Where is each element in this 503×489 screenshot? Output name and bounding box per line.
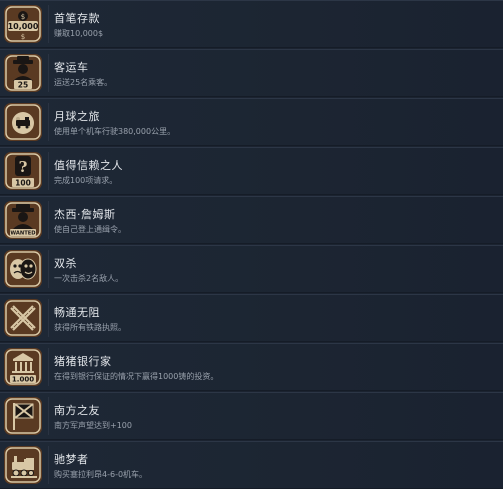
southern-flag-icon [3,396,43,436]
svg-text:?: ? [19,158,28,176]
achievement-row[interactable]: 南方之友 南方军声望达到+100 [0,392,503,440]
achievement-row[interactable]: 畅通无阻 获得所有铁路执照。 [0,294,503,342]
row-divider [48,299,49,337]
svg-text:100: 100 [15,179,31,188]
achievement-row[interactable]: 驰梦者 购买塞拉利昂4-6-0机车。 [0,441,503,489]
svg-text:10,000: 10,000 [8,22,39,31]
achievement-title: 畅通无阻 [54,306,100,319]
trust-question-100-icon: ? 100 [3,151,43,191]
achievement-title: 南方之友 [54,404,100,417]
achievement-row[interactable]: 1.000 猪猪银行家 在得到银行保证的情况下赢得1000铸的投资。 [0,343,503,391]
money-bag-10000-icon: $ 10,000 $ [3,4,43,44]
achievement-desc: 一次击杀2名敌人。 [54,274,124,283]
svg-text:$: $ [21,13,25,21]
crossed-rails-icon [3,298,43,338]
passenger-25-icon: 25 [3,53,43,93]
row-divider [48,54,49,92]
achievement-desc: 在得到银行保证的情况下赢得1000铸的投资。 [54,372,219,381]
row-divider [48,103,49,141]
achievement-title: 驰梦者 [54,453,89,466]
achievement-row[interactable]: $ 10,000 $ 首笔存款 赚取10,000$ [0,0,503,48]
achievement-title: 双杀 [54,257,77,270]
achievement-row[interactable]: ? 100 值得信赖之人 完成100项请求。 [0,147,503,195]
row-divider [48,397,49,435]
achievement-desc: 获得所有铁路执照。 [54,323,126,332]
achievement-list: $ 10,000 $ 首笔存款 赚取10,000$ 25 客运车 运送25名乘客… [0,0,503,489]
achievement-title: 值得信赖之人 [54,159,123,172]
achievement-desc: 使自己登上通缉令。 [54,225,126,234]
achievement-row[interactable]: WANTED 杰西·詹姆斯 使自己登上通缉令。 [0,196,503,244]
bank-1000-icon: 1.000 [3,347,43,387]
achievement-row[interactable]: 25 客运车 运送25名乘客。 [0,49,503,97]
achievement-desc: 使用单个机车行驶380,000公里。 [54,127,176,136]
svg-text:$: $ [21,33,25,41]
svg-text:25: 25 [18,81,28,90]
achievement-desc: 购买塞拉利昂4-6-0机车。 [54,470,148,479]
achievement-desc: 南方军声望达到+100 [54,421,132,430]
achievement-title: 月球之旅 [54,110,100,123]
row-divider [48,5,49,43]
achievement-row[interactable]: 双杀 一次击杀2名敌人。 [0,245,503,293]
achievement-title: 客运车 [54,61,89,74]
row-divider [48,201,49,239]
row-divider [48,446,49,484]
row-divider [48,348,49,386]
achievement-desc: 完成100项请求。 [54,176,118,185]
double-kill-masks-icon [3,249,43,289]
moon-train-icon [3,102,43,142]
achievement-title: 猪猪银行家 [54,355,112,368]
row-divider [48,152,49,190]
achievement-row[interactable]: 月球之旅 使用单个机车行驶380,000公里。 [0,98,503,146]
achievement-title: 杰西·詹姆斯 [54,208,116,221]
svg-text:WANTED: WANTED [10,231,36,237]
svg-text:1.000: 1.000 [12,376,34,384]
achievement-desc: 赚取10,000$ [54,29,104,38]
wanted-poster-icon: WANTED [3,200,43,240]
row-divider [48,250,49,288]
achievement-title: 首笔存款 [54,12,100,25]
locomotive-icon [3,445,43,485]
achievement-desc: 运送25名乘客。 [54,78,113,87]
